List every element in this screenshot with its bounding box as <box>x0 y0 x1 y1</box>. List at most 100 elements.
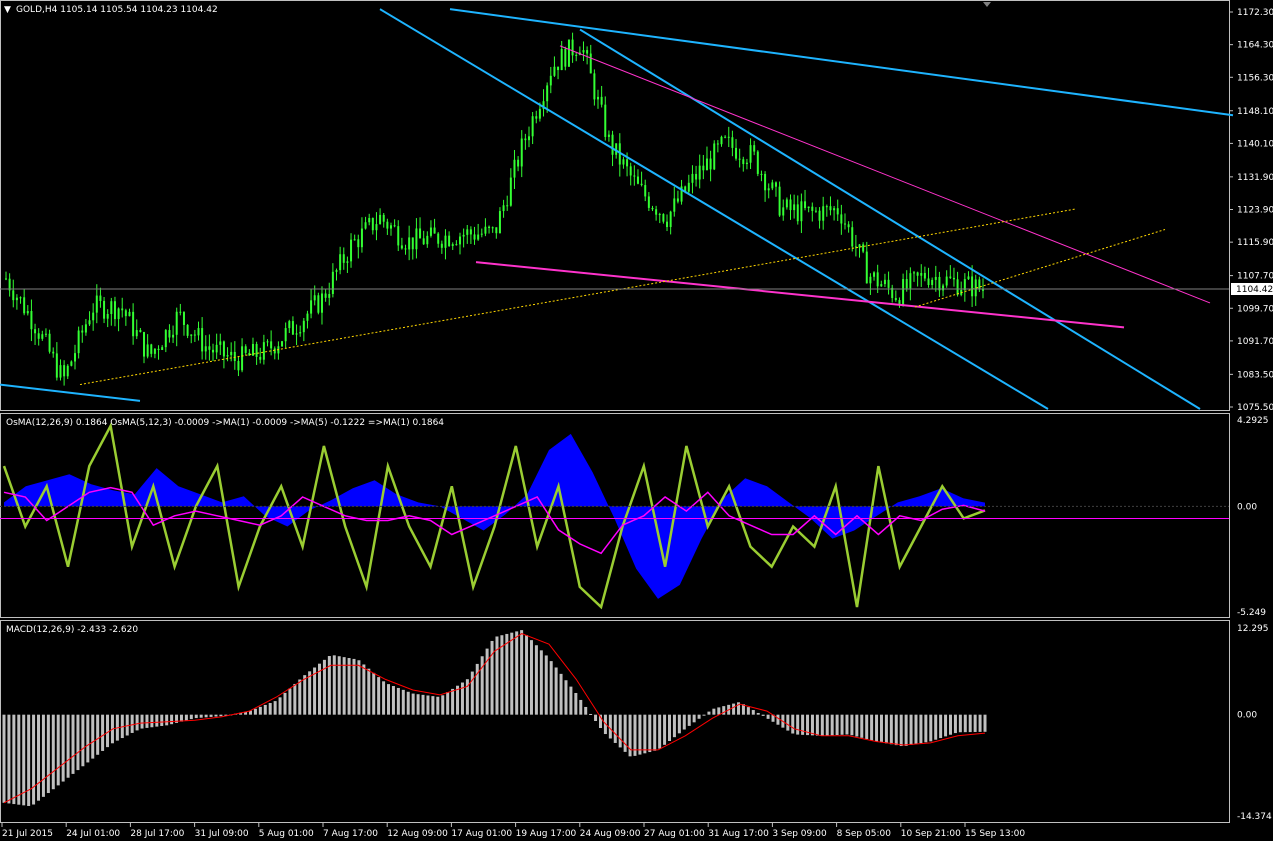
candle-body <box>553 66 556 76</box>
candle-body <box>34 329 37 334</box>
candle-body <box>262 342 265 360</box>
macd-histogram-bar <box>367 668 371 715</box>
candle-body <box>669 211 672 228</box>
macd-histogram-bar <box>145 714 149 728</box>
candle-body <box>193 334 196 336</box>
macd-histogram-bar <box>786 714 790 731</box>
candle-body <box>415 228 418 250</box>
candle-body <box>386 221 389 229</box>
macd-histogram-bar <box>362 664 366 715</box>
candle-body <box>800 201 803 222</box>
macd-histogram-bar <box>815 714 819 736</box>
macd-histogram-bar <box>352 658 356 715</box>
candle-body <box>967 276 970 280</box>
macd-histogram-bar <box>677 714 681 734</box>
macd-histogram-bar <box>505 633 509 715</box>
candle-body <box>310 300 313 314</box>
candle-body <box>513 159 516 178</box>
macd-histogram-bar <box>150 714 154 728</box>
macd-histogram-bar <box>919 714 923 744</box>
macd-histogram-bar <box>579 699 583 715</box>
candle-body <box>342 254 345 263</box>
macd-histogram-bar <box>135 714 139 731</box>
time-tick-label: 27 Aug 01:00 <box>644 829 705 839</box>
candle-body <box>371 218 374 231</box>
candle-body <box>230 351 233 356</box>
candle-body <box>350 239 353 262</box>
macd-histogram-bar <box>86 714 90 763</box>
candle-body <box>793 204 796 211</box>
candle-body <box>567 39 570 67</box>
candle-body <box>774 182 777 187</box>
macd-histogram-bar <box>253 708 257 715</box>
macd-histogram-bar <box>490 640 494 715</box>
candle-body <box>575 54 578 56</box>
candle-body <box>146 344 149 357</box>
candle-body <box>106 313 109 319</box>
macd-histogram-bar <box>66 714 70 778</box>
macd-histogram-bar <box>830 714 834 736</box>
macd-histogram-bar <box>37 714 41 801</box>
candle-body <box>629 166 632 176</box>
macd-histogram-bar <box>978 714 982 732</box>
macd-histogram-bar <box>648 714 652 753</box>
candle-body <box>738 158 741 160</box>
macd-histogram-bar <box>377 677 381 715</box>
candle-body <box>404 248 407 250</box>
candle-body <box>640 183 643 186</box>
candle-body <box>560 48 563 71</box>
time-tick-label: 15 Sep 13:00 <box>965 829 1025 839</box>
chart-menu-triangle-icon[interactable]: ▼ <box>4 5 11 15</box>
candle-body <box>909 273 912 289</box>
macd-histogram-bar <box>746 707 750 715</box>
candle-body <box>164 330 167 348</box>
macd-histogram-bar <box>958 714 962 733</box>
candle-body <box>400 245 403 249</box>
macd-histogram-bar <box>520 630 524 715</box>
macd-histogram-bar <box>372 672 376 715</box>
candle-body <box>873 272 876 277</box>
price-tick-label: 1148.10 <box>1237 107 1273 117</box>
macd-histogram-bar <box>515 631 519 715</box>
time-tick-label: 31 Jul 09:00 <box>195 829 249 839</box>
candle-body <box>139 330 142 333</box>
candle-body <box>219 341 222 345</box>
macd-histogram-bar <box>672 714 676 738</box>
macd-histogram-bar <box>347 658 351 715</box>
candle-body <box>132 311 135 337</box>
macd-histogram-bar <box>663 714 667 745</box>
candle-body <box>673 198 676 212</box>
macd-histogram-bar <box>850 714 854 736</box>
candle-body <box>204 346 207 352</box>
candle-body <box>117 308 120 320</box>
macd-histogram-bar <box>953 714 957 734</box>
macd-histogram-bar <box>944 714 948 737</box>
macd-histogram-bar <box>17 714 21 805</box>
macd-histogram-bar <box>687 714 691 726</box>
macd-histogram-bar <box>219 714 223 717</box>
candle-body <box>698 165 701 180</box>
macd-histogram-bar <box>436 696 440 715</box>
candle-body <box>357 239 360 248</box>
macd-histogram-bar <box>184 714 188 721</box>
candle-body <box>23 297 26 314</box>
macd-histogram-bar <box>643 714 647 754</box>
candle-body <box>655 209 658 215</box>
macd-histogram-bar <box>421 694 425 715</box>
candle-body <box>716 143 719 145</box>
candle-body <box>233 351 236 361</box>
candle-body <box>477 234 480 240</box>
candle-body <box>389 225 392 229</box>
macd-histogram-bar <box>189 714 193 720</box>
dotted-trend-line-short <box>914 229 1166 308</box>
price-tick-label: 1131.90 <box>1237 173 1273 183</box>
candle-body <box>978 279 981 290</box>
candle-body <box>498 211 501 234</box>
candle-body <box>302 320 305 333</box>
candle-body <box>760 173 763 175</box>
macd-histogram-bar <box>682 714 686 730</box>
macd-histogram-bar <box>539 650 543 715</box>
candle-body <box>582 50 585 53</box>
macd-histogram-bar <box>835 714 839 736</box>
macd-histogram-bar <box>589 713 593 715</box>
